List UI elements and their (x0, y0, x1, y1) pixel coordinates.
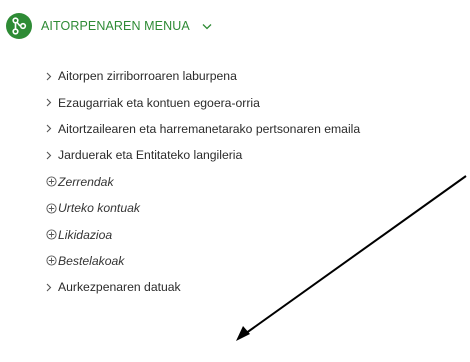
chevron-right-icon (46, 124, 58, 133)
menu-item-label[interactable]: Aurkezpenaren datuak (58, 280, 181, 294)
menu-group-label[interactable]: Bestelakoak (58, 254, 124, 268)
chevron-right-icon (46, 72, 58, 81)
menu-group-urteko-kontuak[interactable]: Urteko kontuak (46, 195, 360, 221)
circle-plus-icon[interactable] (46, 176, 58, 187)
menu-group-bestelakoak[interactable]: Bestelakoak (46, 248, 360, 274)
menu-group-zerrendak[interactable]: Zerrendak (46, 169, 360, 195)
menu-group-label[interactable]: Zerrendak (58, 175, 114, 189)
menu-group-likidazioa[interactable]: Likidazioa (46, 221, 360, 247)
menu-list: Aitorpen zirriborroaren laburpena Ezauga… (46, 63, 360, 301)
circle-plus-icon[interactable] (46, 229, 58, 240)
chevron-right-icon (46, 98, 58, 107)
chevron-right-icon (46, 283, 58, 292)
menu-item-label[interactable]: Jarduerak eta Entitateko langileria (58, 148, 242, 162)
chevron-down-icon[interactable] (202, 23, 212, 30)
menu-item-aitorpen-zirriborroaren-laburpena[interactable]: Aitorpen zirriborroaren laburpena (46, 63, 360, 89)
menu-group-label[interactable]: Likidazioa (58, 228, 112, 242)
menu-item-label[interactable]: Ezaugarriak eta kontuen egoera-orria (58, 96, 260, 110)
chevron-right-icon (46, 151, 58, 160)
circle-plus-icon[interactable] (46, 203, 58, 214)
branch-icon (6, 13, 32, 39)
menu-item-aurkezpenaren-datuak[interactable]: Aurkezpenaren datuak (46, 274, 360, 300)
menu-item-jarduerak[interactable]: Jarduerak eta Entitateko langileria (46, 142, 360, 168)
menu-group-label[interactable]: Urteko kontuak (58, 201, 140, 215)
menu-item-aitortzailearen-emaila[interactable]: Aitortzailearen eta harremanetarako pert… (46, 116, 360, 142)
menu-title[interactable]: AITORPENAREN MENUA (41, 19, 190, 33)
menu-item-label[interactable]: Aitortzailearen eta harremanetarako pert… (58, 122, 360, 136)
menu-header[interactable]: AITORPENAREN MENUA (0, 12, 300, 40)
menu-item-label[interactable]: Aitorpen zirriborroaren laburpena (58, 69, 237, 83)
circle-plus-icon[interactable] (46, 255, 58, 266)
menu-item-ezaugarriak[interactable]: Ezaugarriak eta kontuen egoera-orria (46, 89, 360, 115)
